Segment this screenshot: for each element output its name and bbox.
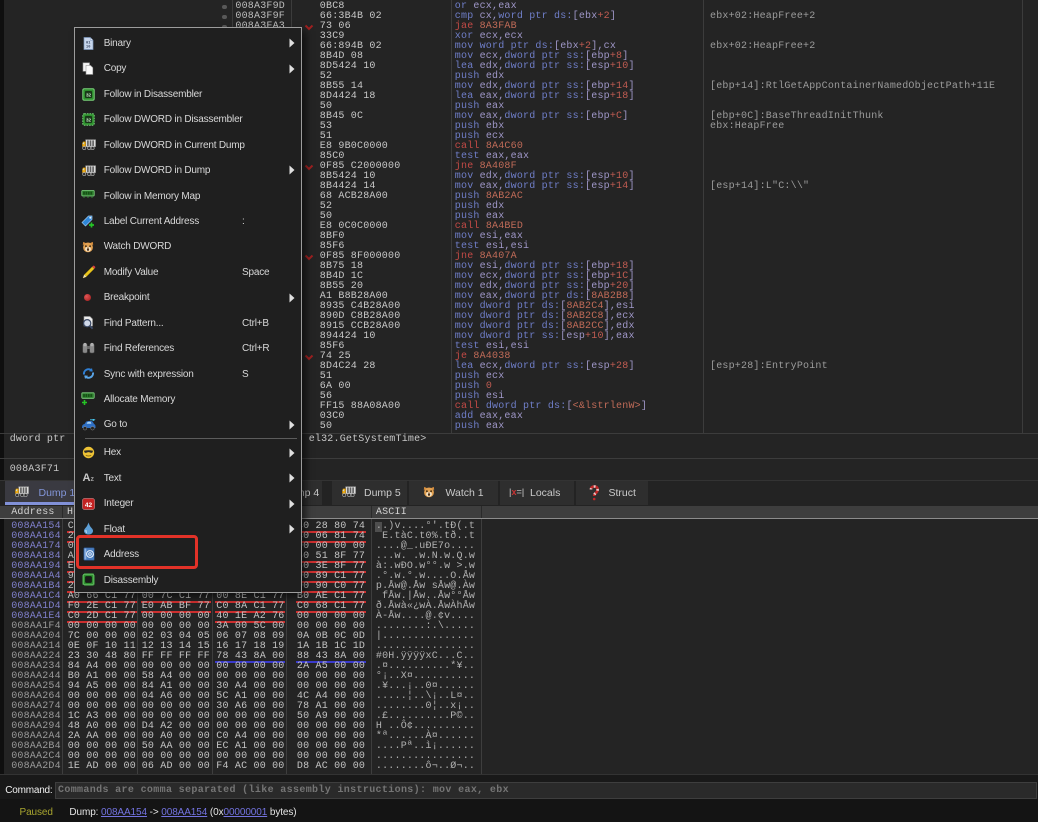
- svg-text:32: 32: [85, 118, 91, 123]
- svg-text:10: 10: [86, 45, 90, 49]
- svg-text:42: 42: [85, 501, 93, 508]
- svg-text:32: 32: [85, 92, 91, 97]
